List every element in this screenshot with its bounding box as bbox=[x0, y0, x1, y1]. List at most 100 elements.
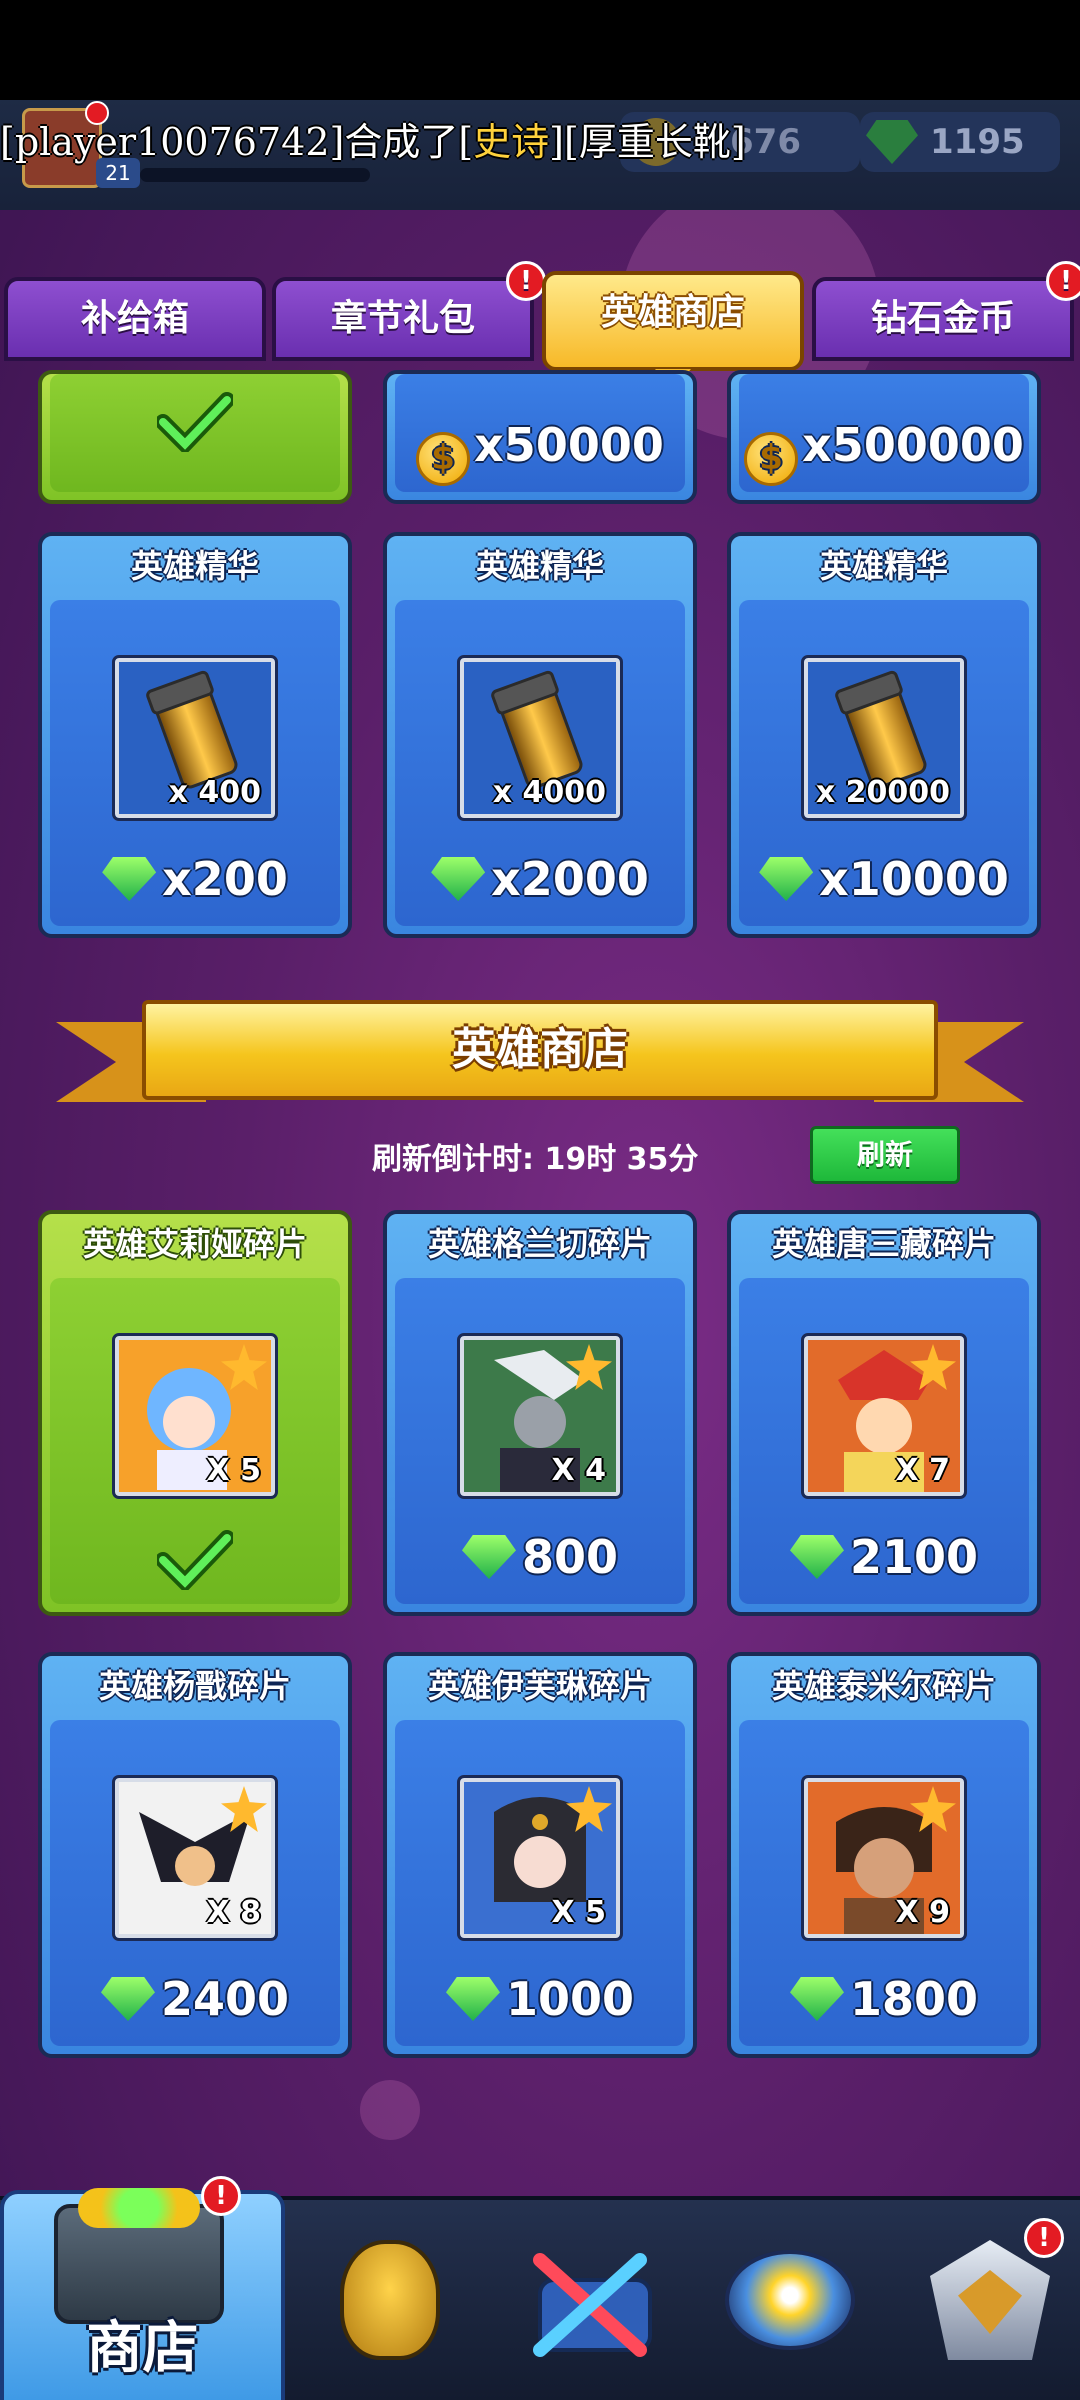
shop-card-essence[interactable]: 英雄精华 x 20000 x10000 bbox=[727, 532, 1041, 938]
nav-battle[interactable] bbox=[500, 2220, 660, 2390]
price: x200 bbox=[42, 852, 348, 906]
banner-title: 英雄商店 bbox=[142, 1000, 938, 1100]
shop-card-coins-2[interactable]: $ x500000 bbox=[727, 370, 1041, 504]
tab-diamond-gold[interactable]: 钻石金币 ! bbox=[812, 261, 1080, 361]
gem-icon bbox=[431, 857, 486, 901]
hero-shop-banner: 英雄商店 bbox=[56, 1000, 1024, 1120]
card-title: 英雄杨戬碎片 bbox=[98, 1667, 291, 1705]
tab-label: 补给箱 bbox=[80, 298, 189, 339]
price: 1000 bbox=[387, 1972, 693, 2026]
hero-portrait-slot: X 4 bbox=[457, 1333, 623, 1499]
hero-portrait-slot: X 7 bbox=[801, 1333, 967, 1499]
price: 800 bbox=[387, 1530, 693, 1584]
card-title: 英雄精华 bbox=[475, 547, 604, 585]
gem-icon bbox=[461, 1535, 516, 1579]
alert-badge-icon: ! bbox=[506, 261, 546, 301]
shop-tabs: 补给箱 章节礼包 ! 英雄商店 钻石金币 ! bbox=[0, 261, 1080, 389]
refresh-button[interactable]: 刷新 bbox=[810, 1126, 960, 1184]
coin-amount: $ x50000 bbox=[387, 418, 693, 486]
gem-icon bbox=[789, 1977, 844, 2021]
price-value: 1800 bbox=[849, 1972, 979, 2026]
hero-fragment-card[interactable]: 英雄格兰切碎片 X 4 800 bbox=[383, 1210, 697, 1616]
card-title: 英雄艾莉娅碎片 bbox=[82, 1225, 307, 1263]
game-screen: 21 676 1195 [player10076742]合成了[史诗][厚重长靴… bbox=[0, 0, 1080, 2400]
hero-fragment-card[interactable]: 英雄唐三藏碎片 X 7 2100 bbox=[727, 1210, 1041, 1616]
price-value: x200 bbox=[162, 852, 288, 906]
broadcast-item: ][厚重长靴] bbox=[549, 120, 746, 164]
tab-label: 英雄商店 bbox=[600, 292, 745, 333]
checkmark-icon bbox=[155, 392, 235, 456]
hero-fragment-card[interactable]: 英雄伊芙琳碎片 X 5 1000 bbox=[383, 1652, 697, 2058]
price-value: x2000 bbox=[491, 852, 649, 906]
item-quantity: x 4000 bbox=[492, 775, 606, 810]
nav-heroes[interactable] bbox=[300, 2220, 460, 2390]
nav-adventure[interactable] bbox=[700, 2220, 860, 2390]
item-slot: x 20000 bbox=[801, 655, 967, 821]
coin-amount-value: x50000 bbox=[474, 418, 664, 472]
hero-portrait-slot: X 5 bbox=[112, 1333, 278, 1499]
card-title: 英雄精华 bbox=[819, 547, 948, 585]
price-value: 2400 bbox=[160, 1972, 290, 2026]
bottom-nav: 商店 ! ! bbox=[0, 2176, 1080, 2400]
hero-portrait-slot: X 8 bbox=[112, 1775, 278, 1941]
shop-card-essence[interactable]: 英雄精华 x 400 x200 bbox=[38, 532, 352, 938]
coin-amount-value: x500000 bbox=[802, 418, 1024, 472]
broadcast-rarity: 史诗 bbox=[473, 120, 550, 164]
alert-badge-icon: ! bbox=[1046, 261, 1080, 301]
item-quantity: X 5 bbox=[206, 1453, 261, 1488]
shop-card-essence[interactable]: 英雄精华 x 4000 x2000 bbox=[383, 532, 697, 938]
hero-portrait-slot: X 9 bbox=[801, 1775, 967, 1941]
tab-hero-shop[interactable]: 英雄商店 bbox=[542, 271, 804, 389]
nav-shop-label: 商店 bbox=[86, 2316, 199, 2381]
nav-rank[interactable]: ! bbox=[900, 2218, 1064, 2390]
background-bubble bbox=[360, 2080, 420, 2140]
price: 2400 bbox=[42, 1972, 348, 2026]
crossed-swords-icon bbox=[533, 2253, 652, 2357]
refresh-countdown: 刷新倒计时: 19时 35分 bbox=[372, 1142, 699, 1177]
card-title: 英雄格兰切碎片 bbox=[427, 1225, 652, 1263]
price: 1800 bbox=[731, 1972, 1037, 2026]
hero-fragment-card[interactable]: 英雄泰米尔碎片 X 9 1800 bbox=[727, 1652, 1041, 2058]
coin-amount: $ x500000 bbox=[731, 418, 1037, 486]
alert-badge-icon: ! bbox=[201, 2176, 241, 2216]
item-quantity: X 5 bbox=[551, 1895, 606, 1930]
card-title: 英雄唐三藏碎片 bbox=[771, 1225, 996, 1263]
gem-icon bbox=[866, 120, 918, 164]
alert-badge-icon: ! bbox=[1024, 2218, 1064, 2258]
gold-coin-icon: $ bbox=[416, 432, 471, 486]
hero-fragment-card[interactable]: 英雄杨戬碎片 X 8 2400 bbox=[38, 1652, 352, 2058]
card-title: 英雄泰米尔碎片 bbox=[771, 1667, 996, 1705]
hero-portrait-slot: X 5 bbox=[457, 1775, 623, 1941]
shop-card-coins-1[interactable]: $ x50000 bbox=[383, 370, 697, 504]
spaceship-icon bbox=[725, 2250, 855, 2350]
gem-icon bbox=[759, 857, 814, 901]
item-slot: x 400 bbox=[112, 655, 278, 821]
gem-amount: 1195 bbox=[930, 122, 1025, 162]
card-title: 英雄精华 bbox=[130, 547, 259, 585]
tab-chapter-pack[interactable]: 章节礼包 ! bbox=[272, 261, 546, 361]
gem-icon bbox=[445, 1977, 500, 2021]
price: x10000 bbox=[731, 852, 1037, 906]
price-value: 1000 bbox=[505, 1972, 635, 2026]
item-slot: x 4000 bbox=[457, 655, 623, 821]
tab-label: 章节礼包 bbox=[330, 298, 475, 339]
status-bar bbox=[0, 0, 1080, 100]
tab-label: 钻石金币 bbox=[870, 298, 1015, 339]
price-value: 2100 bbox=[849, 1530, 979, 1584]
hero-helmet-icon bbox=[340, 2240, 440, 2360]
hero-fragment-card[interactable]: 英雄艾莉娅碎片 X 5 bbox=[38, 1210, 352, 1616]
item-quantity: X 4 bbox=[551, 1453, 606, 1488]
price-value: 800 bbox=[521, 1530, 619, 1584]
gold-coin-icon: $ bbox=[744, 432, 799, 486]
price: x2000 bbox=[387, 852, 693, 906]
gem-counter[interactable]: 1195 bbox=[860, 112, 1060, 172]
item-quantity: X 7 bbox=[895, 1453, 950, 1488]
checkmark-icon bbox=[155, 1530, 235, 1594]
shop-card-purchased[interactable] bbox=[38, 370, 352, 504]
gem-icon bbox=[102, 857, 157, 901]
gem-icon bbox=[100, 1977, 155, 2021]
tab-supply-box[interactable]: 补给箱 bbox=[4, 277, 266, 361]
nav-shop[interactable]: 商店 ! bbox=[0, 2176, 285, 2400]
refresh-row: 刷新倒计时: 19时 35分 刷新 bbox=[0, 1126, 1080, 1186]
system-broadcast: [player10076742]合成了[史诗][厚重长靴] bbox=[0, 112, 746, 172]
